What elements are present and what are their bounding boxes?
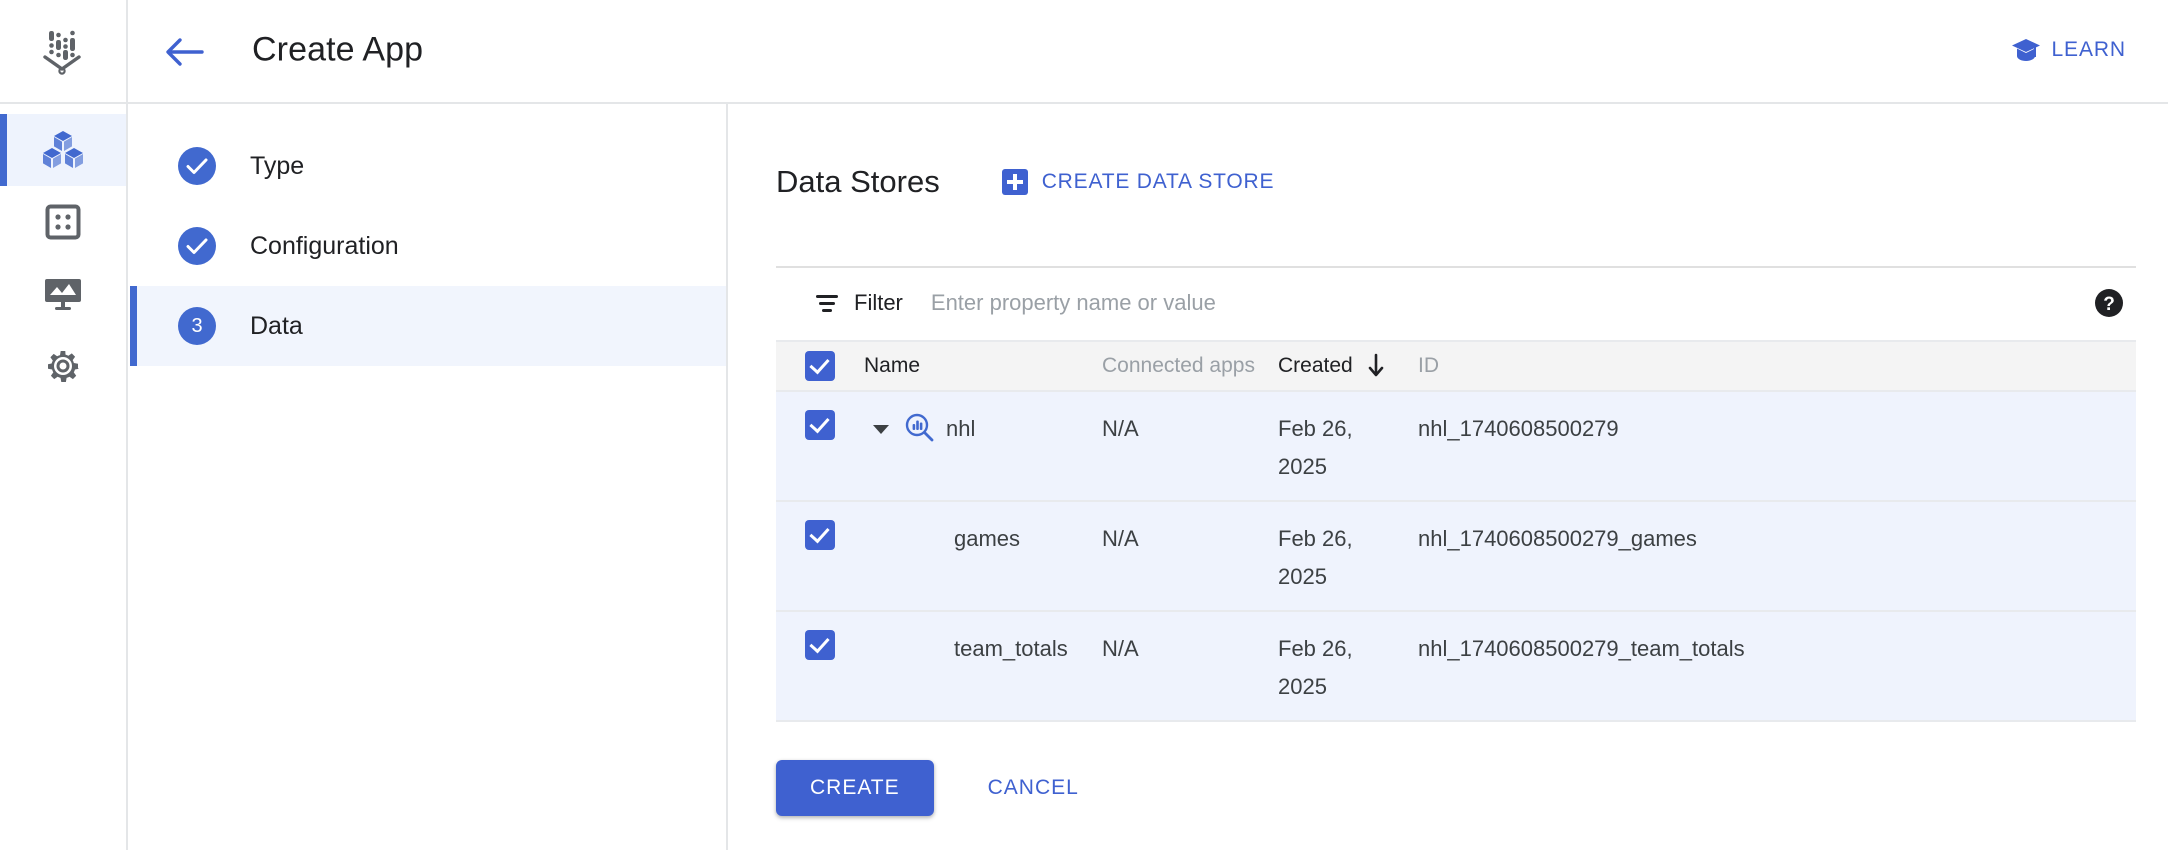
filter-icon [814, 292, 840, 314]
column-header-id[interactable]: ID [1418, 354, 2136, 378]
check-icon [186, 238, 208, 254]
row-created-cell: Feb 26, 2025 [1278, 410, 1418, 486]
row-name-cell: team_totals [864, 630, 1102, 668]
row-checkbox-cell [776, 520, 864, 550]
select-all-checkbox-cell [776, 351, 864, 381]
analytics-monitor-icon [45, 279, 81, 310]
step-configuration-label: Configuration [250, 231, 399, 260]
step-type[interactable]: Type [130, 126, 726, 206]
rail-item-data-stores[interactable] [0, 186, 126, 258]
select-all-checkbox[interactable] [805, 351, 835, 381]
step-type-label: Type [250, 151, 305, 180]
row-created: Feb 26, 2025 [1278, 526, 1353, 589]
data-stores-table: Name Connected apps Created ID nhl N/A F… [776, 340, 2136, 722]
filter-bar: Filter ? [776, 268, 2136, 338]
table-row[interactable]: nhl N/A Feb 26, 2025 nhl_1740608500279 [776, 392, 2136, 502]
row-checkbox[interactable] [805, 520, 835, 550]
row-checkbox[interactable] [805, 410, 835, 440]
rail-item-analytics[interactable] [0, 258, 126, 330]
row-id-cell: nhl_1740608500279_team_totals [1418, 630, 2136, 668]
row-name: games [954, 526, 1021, 551]
create-button[interactable]: CREATE [776, 760, 934, 816]
cubes-apps-icon [43, 131, 83, 168]
row-created-cell: Feb 26, 2025 [1278, 630, 1418, 706]
svg-text:?: ? [2103, 294, 2115, 315]
rail-item-apps[interactable] [0, 114, 126, 186]
column-header-created[interactable]: Created [1278, 353, 1418, 379]
learn-label: LEARN [2051, 38, 2126, 61]
row-connected-apps: N/A [1102, 526, 1139, 551]
row-name-cell: nhl [864, 410, 1102, 448]
back-arrow-icon [166, 38, 204, 66]
step-data-badge: 3 [178, 307, 216, 345]
search-data-store-icon [904, 412, 934, 442]
product-logo[interactable] [0, 0, 128, 102]
check-icon [186, 158, 208, 174]
expand-collapse-chevron-down-icon[interactable] [864, 412, 898, 446]
step-data-label: Data [250, 311, 303, 340]
create-data-store-button[interactable]: CREATE DATA STORE [1001, 169, 1275, 195]
row-checkbox-cell [776, 630, 864, 660]
cancel-button[interactable]: CANCEL [976, 760, 1091, 816]
step-configuration[interactable]: Configuration [130, 206, 726, 286]
row-connected-apps: N/A [1102, 636, 1139, 661]
top-app-bar: Create App LEARN [0, 0, 2168, 104]
left-nav-rail [0, 104, 128, 850]
vertex-ai-agent-builder-icon [43, 30, 81, 75]
step-configuration-badge [178, 227, 216, 265]
back-button[interactable] [160, 28, 208, 76]
create-app-stepper: Type Configuration 3 Data [130, 104, 728, 850]
table-header-row: Name Connected apps Created ID [776, 340, 2136, 392]
row-id: nhl_1740608500279 [1418, 416, 1619, 441]
filter-input[interactable] [930, 290, 1631, 316]
row-id-cell: nhl_1740608500279 [1418, 410, 2136, 448]
table-row[interactable]: team_totals N/A Feb 26, 2025 nhl_1740608… [776, 612, 2136, 722]
step-data[interactable]: 3 Data [130, 286, 726, 366]
graduation-cap-icon [2012, 39, 2041, 61]
row-name: team_totals [954, 636, 1068, 661]
row-connected-apps-cell: N/A [1102, 410, 1278, 448]
column-header-created-label: Created [1278, 354, 1353, 377]
row-id: nhl_1740608500279_team_totals [1418, 636, 1745, 661]
wizard-footer-actions: CREATE CANCEL [776, 760, 1091, 816]
column-header-name[interactable]: Name [864, 354, 1102, 378]
learn-button[interactable]: LEARN [2011, 37, 2126, 63]
create-data-store-label: CREATE DATA STORE [1041, 170, 1275, 193]
data-stores-header: Data Stores CREATE DATA STORE [776, 164, 1274, 200]
row-connected-apps: N/A [1102, 416, 1139, 441]
row-id-cell: nhl_1740608500279_games [1418, 520, 2136, 558]
row-created-cell: Feb 26, 2025 [1278, 520, 1418, 596]
column-header-name-label: Name [864, 354, 921, 377]
filter-label: Filter [854, 290, 903, 315]
row-name: nhl [946, 416, 976, 441]
row-checkbox[interactable] [805, 630, 835, 660]
plus-square-icon [1001, 169, 1028, 195]
row-checkbox-cell [776, 410, 864, 440]
data-store-grid-icon [45, 204, 81, 240]
column-header-connected-apps[interactable]: Connected apps [1102, 354, 1278, 378]
row-id: nhl_1740608500279_games [1418, 526, 1697, 551]
help-circle-icon[interactable]: ? [2094, 288, 2124, 318]
row-connected-apps-cell: N/A [1102, 520, 1278, 558]
data-stores-title: Data Stores [776, 164, 940, 199]
sort-descending-arrow-icon [1367, 353, 1385, 379]
column-header-connected-apps-label: Connected apps [1102, 354, 1255, 377]
row-connected-apps-cell: N/A [1102, 630, 1278, 668]
page-title: Create App [252, 30, 424, 69]
step-type-badge [178, 147, 216, 185]
table-row[interactable]: games N/A Feb 26, 2025 nhl_1740608500279… [776, 502, 2136, 612]
row-created: Feb 26, 2025 [1278, 636, 1353, 699]
create-app-page: Create App LEARN Type Configuration 3 Da… [0, 0, 2168, 850]
data-step-panel: Data Stores CREATE DATA STORE Filter Ent… [730, 104, 2168, 850]
row-name-cell: games [864, 520, 1102, 558]
rail-item-settings[interactable] [0, 330, 126, 402]
column-header-id-label: ID [1418, 354, 1439, 377]
row-created: Feb 26, 2025 [1278, 416, 1353, 479]
gear-settings-icon [48, 351, 79, 382]
